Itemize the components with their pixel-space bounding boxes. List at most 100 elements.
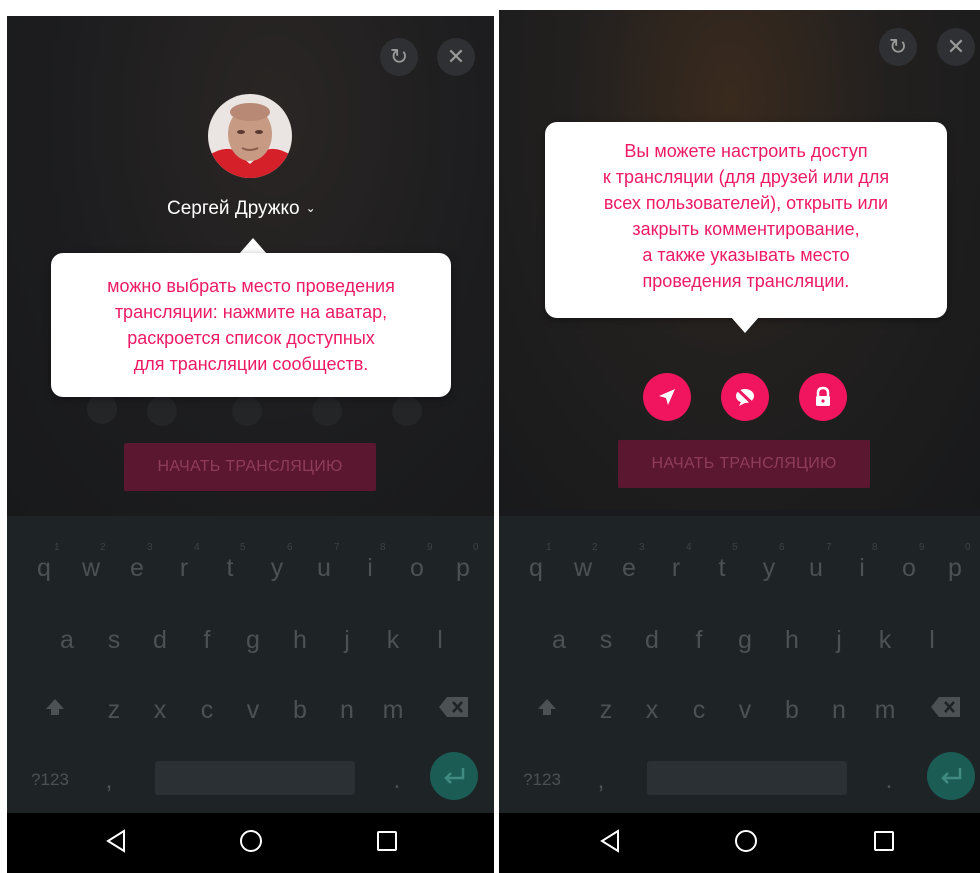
key-g[interactable]: g <box>725 626 765 655</box>
comma-key[interactable]: , <box>581 766 621 795</box>
key-n[interactable]: n <box>819 696 859 725</box>
recents-icon[interactable] <box>872 827 896 855</box>
on-screen-keyboard: 1 2 3 4 5 6 7 8 9 0 q w e r t y u i o p … <box>7 516 494 813</box>
enter-icon <box>444 768 465 784</box>
close-button[interactable]: ✕ <box>437 38 475 76</box>
period-key[interactable]: . <box>869 766 909 795</box>
space-key[interactable] <box>647 761 847 795</box>
shift-key[interactable] <box>527 696 567 727</box>
key-h[interactable]: h <box>772 626 812 655</box>
key-k[interactable]: k <box>865 626 905 655</box>
key-h[interactable]: h <box>280 626 320 655</box>
key-r[interactable]: r <box>656 554 696 583</box>
key-v[interactable]: v <box>725 696 765 725</box>
shift-key[interactable] <box>35 696 75 727</box>
back-icon[interactable] <box>598 827 622 855</box>
tooltip-line: для трансляции сообществ. <box>133 354 369 374</box>
recents-icon[interactable] <box>375 827 399 855</box>
key-m[interactable]: m <box>373 696 413 725</box>
key-v[interactable]: v <box>233 696 273 725</box>
key-i[interactable]: i <box>350 554 390 583</box>
key-y[interactable]: y <box>257 554 297 583</box>
enter-key[interactable] <box>430 752 478 800</box>
key-j[interactable]: j <box>327 626 367 655</box>
comments-toggle-button[interactable] <box>721 373 769 421</box>
privacy-button[interactable] <box>799 373 847 421</box>
key-a[interactable]: a <box>47 626 87 655</box>
comma-key[interactable]: , <box>89 766 129 795</box>
key-a[interactable]: a <box>539 626 579 655</box>
switch-camera-button[interactable]: ↻ <box>380 38 418 76</box>
space-key[interactable] <box>155 761 355 795</box>
key-m[interactable]: m <box>865 696 905 725</box>
key-e[interactable]: e <box>117 554 157 583</box>
user-name-selector[interactable]: Сергей Дружко ⌄ <box>167 198 316 220</box>
key-c[interactable]: c <box>187 696 227 725</box>
key-i[interactable]: i <box>842 554 882 583</box>
location-button[interactable] <box>643 373 691 421</box>
key-j[interactable]: j <box>819 626 859 655</box>
system-navigation-bar <box>499 813 980 873</box>
backspace-icon <box>439 697 468 717</box>
key-b[interactable]: b <box>280 696 320 725</box>
key-f[interactable]: f <box>187 626 227 655</box>
key-t[interactable]: t <box>210 554 250 583</box>
key-o[interactable]: o <box>397 554 437 583</box>
period-key[interactable]: . <box>377 766 417 795</box>
key-d[interactable]: d <box>632 626 672 655</box>
back-icon[interactable] <box>104 827 128 855</box>
key-y[interactable]: y <box>749 554 789 583</box>
key-s[interactable]: s <box>586 626 626 655</box>
tooltip-line: закрыть комментирование, <box>632 219 860 239</box>
start-broadcast-button[interactable]: НАЧАТЬ ТРАНСЛЯЦИЮ <box>618 440 870 488</box>
hidden-option-icon <box>147 396 177 426</box>
key-p[interactable]: p <box>935 554 975 583</box>
left-phone-screen: ↻ ✕ Сергей Дружко ⌄ можно выбрать место п… <box>7 16 494 873</box>
key-k[interactable]: k <box>373 626 413 655</box>
backspace-key[interactable] <box>924 696 968 725</box>
key-hint: 0 <box>473 542 479 553</box>
key-l[interactable]: l <box>420 626 460 655</box>
key-f[interactable]: f <box>679 626 719 655</box>
switch-camera-button[interactable]: ↻ <box>879 28 917 66</box>
key-hint: 2 <box>100 542 106 553</box>
hidden-option-icon <box>87 394 117 424</box>
key-t[interactable]: t <box>702 554 742 583</box>
avatar[interactable] <box>208 94 292 178</box>
key-g[interactable]: g <box>233 626 273 655</box>
key-z[interactable]: z <box>94 696 134 725</box>
enter-key[interactable] <box>927 752 975 800</box>
key-u[interactable]: u <box>304 554 344 583</box>
start-broadcast-button[interactable]: НАЧАТЬ ТРАНСЛЯЦИЮ <box>124 443 376 491</box>
system-navigation-bar <box>7 813 494 873</box>
key-q[interactable]: q <box>516 554 556 583</box>
backspace-key[interactable] <box>432 696 476 725</box>
key-s[interactable]: s <box>94 626 134 655</box>
key-r[interactable]: r <box>164 554 204 583</box>
close-button[interactable]: ✕ <box>937 28 975 66</box>
key-d[interactable]: d <box>140 626 180 655</box>
key-p[interactable]: p <box>443 554 483 583</box>
key-hint: 0 <box>965 542 971 553</box>
key-hint: 7 <box>334 542 340 553</box>
symbols-key[interactable]: ?123 <box>517 770 567 790</box>
key-w[interactable]: w <box>563 554 603 583</box>
location-arrow-icon <box>659 389 675 405</box>
home-icon[interactable] <box>732 827 760 855</box>
key-n[interactable]: n <box>327 696 367 725</box>
key-hint: 3 <box>639 542 645 553</box>
key-b[interactable]: b <box>772 696 812 725</box>
key-z[interactable]: z <box>586 696 626 725</box>
key-x[interactable]: x <box>140 696 180 725</box>
key-w[interactable]: w <box>71 554 111 583</box>
key-l[interactable]: l <box>912 626 952 655</box>
home-icon[interactable] <box>237 827 265 855</box>
key-o[interactable]: o <box>889 554 929 583</box>
tooltip-line: а также указывать место <box>642 245 850 265</box>
key-x[interactable]: x <box>632 696 672 725</box>
key-c[interactable]: c <box>679 696 719 725</box>
key-e[interactable]: e <box>609 554 649 583</box>
symbols-key[interactable]: ?123 <box>25 770 75 790</box>
key-u[interactable]: u <box>796 554 836 583</box>
key-q[interactable]: q <box>24 554 64 583</box>
